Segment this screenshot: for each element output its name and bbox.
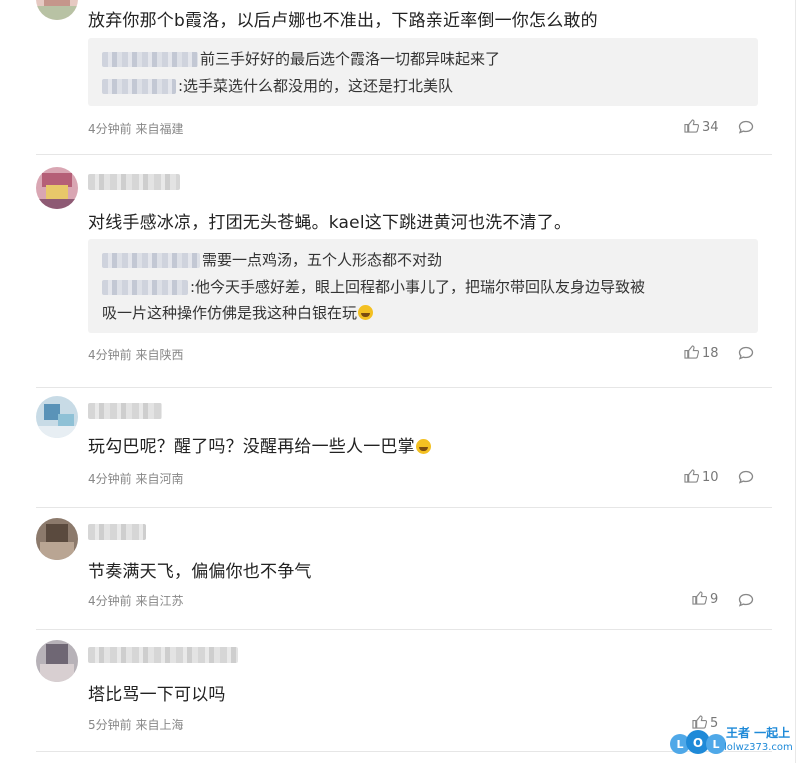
thumbs-up-icon: [684, 119, 699, 133]
reply-text: 需要一点鸡汤，五个人形态都不对劲: [202, 251, 443, 269]
comment-feed: 放弃你那个b霞洛，以后卢娜也不准出，下路亲近率倒一你怎么敢的 前三手好好的最后选…: [0, 0, 798, 763]
avatar[interactable]: [36, 518, 78, 560]
like-count: 10: [702, 470, 719, 485]
reply-text: 前三手好好的最后选个霞洛一切都异味起来了: [200, 50, 501, 68]
comment-text: 对线手感冰凉，打团无头苍蝇。kael这下跳进黄河也洗不清了。: [88, 213, 572, 233]
like-button[interactable]: 9: [692, 591, 718, 607]
like-button[interactable]: 34: [684, 119, 719, 135]
comment-item: 玩勾巴呢？醒了吗？没醒再给一些人一巴掌 4分钟前 来自河南 10: [0, 388, 798, 508]
blurred-username[interactable]: [88, 647, 238, 663]
watermark-brand: 王者 一起上: [726, 726, 791, 740]
watermark-url: lolwz373.com: [724, 742, 793, 753]
comment-meta: 4分钟前 来自河南: [88, 472, 184, 486]
comment-meta: 4分钟前 来自福建: [88, 122, 184, 136]
reply-text: :他今天手感好差，眼上回程都小事儿了，把瑞尔带回队友身边导致被: [190, 278, 646, 296]
svg-text:O: O: [693, 736, 703, 750]
reply-preview[interactable]: 需要一点鸡汤，五个人形态都不对劲 :他今天手感好差，眼上回程都小事儿了，把瑞尔带…: [88, 239, 758, 333]
comment-meta: 4分钟前 来自陕西: [88, 348, 184, 362]
blurred-username: [102, 52, 198, 67]
comment-item: 对线手感冰凉，打团无头苍蝇。kael这下跳进黄河也洗不清了。 需要一点鸡汤，五个…: [0, 155, 798, 388]
like-button[interactable]: 18: [684, 345, 719, 361]
laughing-emoji-icon: [415, 439, 431, 454]
blurred-username: [102, 79, 176, 94]
comment-bubble-icon[interactable]: [738, 346, 754, 360]
reply-preview[interactable]: 前三手好好的最后选个霞洛一切都异味起来了 :选手菜选什么都没用的，这还是打北美队: [88, 38, 758, 106]
comment-text-content: 玩勾巴呢？醒了吗？没醒再给一些人一巴掌: [88, 437, 415, 457]
divider: [36, 751, 772, 752]
comment-meta: 5分钟前 来自上海: [88, 718, 184, 732]
comment-item: 节奏满天飞，偏偏你也不争气 4分钟前 来自江苏 9: [0, 508, 798, 630]
like-button[interactable]: 10: [684, 469, 719, 485]
blurred-username: [102, 253, 200, 268]
comment-bubble-icon[interactable]: [738, 593, 754, 607]
comment-text: 节奏满天飞，偏偏你也不争气: [88, 562, 312, 582]
lol-logo-icon: L O L: [670, 730, 726, 754]
avatar[interactable]: [36, 0, 78, 20]
comment-bubble-icon[interactable]: [738, 470, 754, 484]
blurred-username[interactable]: [88, 524, 146, 540]
comment-item: 放弃你那个b霞洛，以后卢娜也不准出，下路亲近率倒一你怎么敢的 前三手好好的最后选…: [0, 0, 798, 155]
comment-text: 玩勾巴呢？醒了吗？没醒再给一些人一巴掌: [88, 432, 431, 457]
thumbs-up-icon: [692, 591, 707, 605]
blurred-username[interactable]: [88, 174, 180, 190]
site-watermark: L O L 王者 一起上 lolwz373.com: [668, 720, 796, 762]
svg-text:L: L: [712, 738, 719, 751]
svg-text:L: L: [676, 738, 683, 751]
comment-text: 放弃你那个b霞洛，以后卢娜也不准出，下路亲近率倒一你怎么敢的: [88, 11, 598, 31]
reply-text: 吸一片这种操作仿佛是我这种白银在玩: [102, 304, 358, 322]
like-count: 18: [702, 346, 719, 361]
avatar[interactable]: [36, 640, 78, 682]
comment-text: 塔比骂一下可以吗: [88, 685, 226, 705]
thumbs-up-icon: [684, 469, 699, 483]
comment-bubble-icon[interactable]: [738, 120, 754, 134]
like-count: 34: [702, 120, 719, 135]
laughing-emoji-icon: [358, 305, 374, 320]
blurred-username[interactable]: [88, 403, 162, 419]
reply-text: :选手菜选什么都没用的，这还是打北美队: [178, 77, 454, 95]
blurred-username: [102, 280, 188, 295]
avatar[interactable]: [36, 167, 78, 209]
avatar[interactable]: [36, 396, 78, 438]
like-count: 9: [710, 592, 719, 607]
comment-meta: 4分钟前 来自江苏: [88, 594, 184, 608]
thumbs-up-icon: [684, 345, 699, 359]
